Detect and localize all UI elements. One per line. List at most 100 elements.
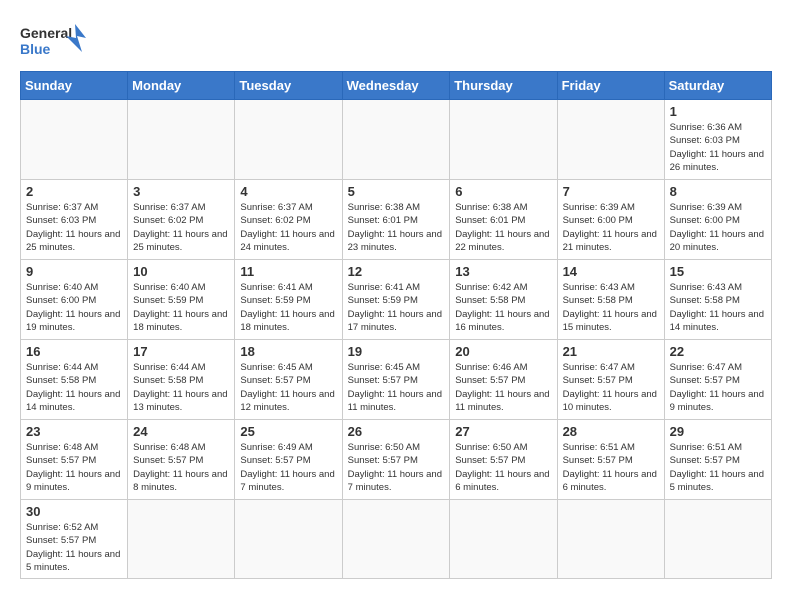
logo: General Blue [20,20,90,65]
day-number: 8 [670,184,766,199]
day-number: 17 [133,344,229,359]
day-info: Sunrise: 6:46 AM Sunset: 5:57 PM Dayligh… [455,361,551,414]
col-header-sunday: Sunday [21,72,128,100]
day-cell: 30 Sunrise: 6:52 AM Sunset: 5:57 PM Dayli… [21,500,128,579]
svg-text:General: General [20,25,72,41]
day-info: Sunrise: 6:41 AM Sunset: 5:59 PM Dayligh… [240,281,336,334]
day-cell: 15 Sunrise: 6:43 AM Sunset: 5:58 PM Dayli… [664,260,771,340]
day-info: Sunrise: 6:43 AM Sunset: 5:58 PM Dayligh… [670,281,766,334]
day-number: 25 [240,424,336,439]
day-info: Sunrise: 6:38 AM Sunset: 6:01 PM Dayligh… [348,201,445,254]
day-number: 22 [670,344,766,359]
day-cell: 21Sunrise: 6:47 AM Sunset: 5:57 PM Dayli… [557,340,664,420]
day-number: 2 [26,184,122,199]
day-number: 6 [455,184,551,199]
day-cell: 8 Sunrise: 6:39 AM Sunset: 6:00 PM Daylig… [664,180,771,260]
day-number: 21 [563,344,659,359]
day-cell: 16 Sunrise: 6:44 AM Sunset: 5:58 PM Dayli… [21,340,128,420]
day-number: 4 [240,184,336,199]
day-cell: 3Sunrise: 6:37 AM Sunset: 6:02 PM Daylig… [128,180,235,260]
day-info: Sunrise: 6:37 AM Sunset: 6:02 PM Dayligh… [133,201,229,254]
day-number: 1 [670,104,766,119]
day-number: 16 [26,344,122,359]
day-info: Sunrise: 6:44 AM Sunset: 5:58 PM Dayligh… [133,361,229,414]
day-info: Sunrise: 6:41 AM Sunset: 5:59 PM Dayligh… [348,281,445,334]
day-cell: 25 Sunrise: 6:49 AM Sunset: 5:57 PM Dayli… [235,420,342,500]
day-cell: 9 Sunrise: 6:40 AM Sunset: 6:00 PM Daylig… [21,260,128,340]
col-header-wednesday: Wednesday [342,72,450,100]
day-info: Sunrise: 6:51 AM Sunset: 5:57 PM Dayligh… [563,441,659,494]
day-cell [342,500,450,579]
col-header-saturday: Saturday [664,72,771,100]
day-cell [21,100,128,180]
week-row-6: 30 Sunrise: 6:52 AM Sunset: 5:57 PM Dayli… [21,500,772,579]
day-number: 14 [563,264,659,279]
day-info: Sunrise: 6:49 AM Sunset: 5:57 PM Dayligh… [240,441,336,494]
day-number: 15 [670,264,766,279]
svg-text:Blue: Blue [20,41,51,57]
day-number: 20 [455,344,551,359]
day-cell: 6 Sunrise: 6:38 AM Sunset: 6:01 PM Daylig… [450,180,557,260]
day-cell: 18Sunrise: 6:45 AM Sunset: 5:57 PM Dayli… [235,340,342,420]
day-info: Sunrise: 6:40 AM Sunset: 5:59 PM Dayligh… [133,281,229,334]
day-number: 12 [348,264,445,279]
calendar: SundayMondayTuesdayWednesdayThursdayFrid… [20,71,772,579]
calendar-header-row: SundayMondayTuesdayWednesdayThursdayFrid… [21,72,772,100]
day-cell [128,100,235,180]
day-cell [235,100,342,180]
day-number: 19 [348,344,445,359]
day-info: Sunrise: 6:48 AM Sunset: 5:57 PM Dayligh… [133,441,229,494]
day-info: Sunrise: 6:44 AM Sunset: 5:58 PM Dayligh… [26,361,122,414]
day-number: 30 [26,504,122,519]
day-cell [235,500,342,579]
day-number: 23 [26,424,122,439]
day-number: 13 [455,264,551,279]
day-info: Sunrise: 6:38 AM Sunset: 6:01 PM Dayligh… [455,201,551,254]
day-number: 10 [133,264,229,279]
day-info: Sunrise: 6:39 AM Sunset: 6:00 PM Dayligh… [563,201,659,254]
day-info: Sunrise: 6:36 AM Sunset: 6:03 PM Dayligh… [670,121,766,174]
day-number: 18 [240,344,336,359]
day-cell [557,100,664,180]
day-cell: 28 Sunrise: 6:51 AM Sunset: 5:57 PM Dayli… [557,420,664,500]
day-number: 26 [348,424,445,439]
day-info: Sunrise: 6:50 AM Sunset: 5:57 PM Dayligh… [455,441,551,494]
day-cell [128,500,235,579]
week-row-5: 23 Sunrise: 6:48 AM Sunset: 5:57 PM Dayli… [21,420,772,500]
day-info: Sunrise: 6:42 AM Sunset: 5:58 PM Dayligh… [455,281,551,334]
day-number: 28 [563,424,659,439]
day-cell [450,100,557,180]
day-cell: 27Sunrise: 6:50 AM Sunset: 5:57 PM Dayli… [450,420,557,500]
day-cell: 23Sunrise: 6:48 AM Sunset: 5:57 PM Dayli… [21,420,128,500]
day-info: Sunrise: 6:47 AM Sunset: 5:57 PM Dayligh… [670,361,766,414]
day-info: Sunrise: 6:37 AM Sunset: 6:02 PM Dayligh… [240,201,336,254]
day-number: 9 [26,264,122,279]
day-cell [450,500,557,579]
week-row-1: 1 Sunrise: 6:36 AM Sunset: 6:03 PM Daylig… [21,100,772,180]
week-row-3: 9 Sunrise: 6:40 AM Sunset: 6:00 PM Daylig… [21,260,772,340]
col-header-friday: Friday [557,72,664,100]
day-cell: 10 Sunrise: 6:40 AM Sunset: 5:59 PM Dayli… [128,260,235,340]
week-row-4: 16 Sunrise: 6:44 AM Sunset: 5:58 PM Dayli… [21,340,772,420]
col-header-tuesday: Tuesday [235,72,342,100]
col-header-thursday: Thursday [450,72,557,100]
day-number: 5 [348,184,445,199]
day-info: Sunrise: 6:39 AM Sunset: 6:00 PM Dayligh… [670,201,766,254]
day-cell: 22 Sunrise: 6:47 AM Sunset: 5:57 PM Dayli… [664,340,771,420]
day-number: 7 [563,184,659,199]
day-info: Sunrise: 6:52 AM Sunset: 5:57 PM Dayligh… [26,521,122,574]
day-cell: 14Sunrise: 6:43 AM Sunset: 5:58 PM Dayli… [557,260,664,340]
day-cell: 17 Sunrise: 6:44 AM Sunset: 5:58 PM Dayli… [128,340,235,420]
day-cell [664,500,771,579]
day-cell: 29Sunrise: 6:51 AM Sunset: 5:57 PM Dayli… [664,420,771,500]
day-cell: 12 Sunrise: 6:41 AM Sunset: 5:59 PM Dayli… [342,260,450,340]
header: General Blue [20,20,772,65]
day-info: Sunrise: 6:40 AM Sunset: 6:00 PM Dayligh… [26,281,122,334]
day-cell: 2Sunrise: 6:37 AM Sunset: 6:03 PM Daylig… [21,180,128,260]
day-info: Sunrise: 6:50 AM Sunset: 5:57 PM Dayligh… [348,441,445,494]
day-info: Sunrise: 6:45 AM Sunset: 5:57 PM Dayligh… [348,361,445,414]
day-info: Sunrise: 6:51 AM Sunset: 5:57 PM Dayligh… [670,441,766,494]
week-row-2: 2Sunrise: 6:37 AM Sunset: 6:03 PM Daylig… [21,180,772,260]
day-cell: 20 Sunrise: 6:46 AM Sunset: 5:57 PM Dayli… [450,340,557,420]
day-cell [557,500,664,579]
